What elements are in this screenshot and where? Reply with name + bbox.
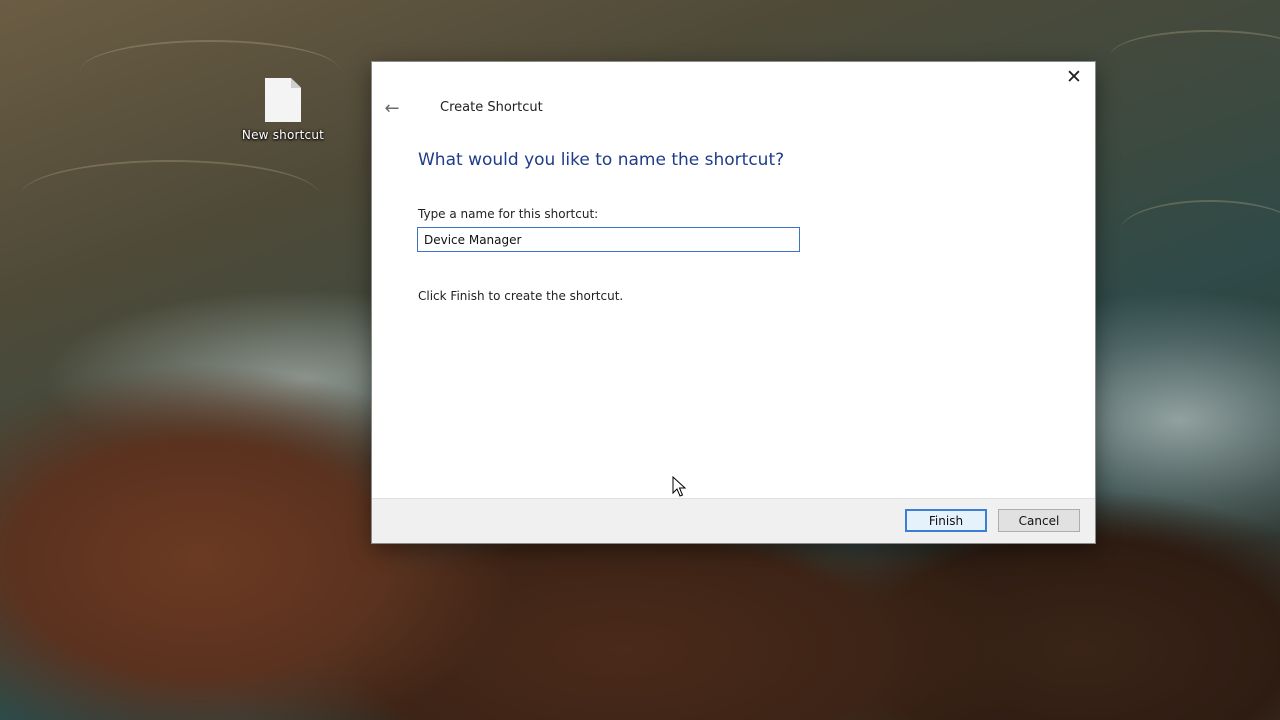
desktop-icon-label: New shortcut <box>241 128 325 142</box>
desktop-icon-new-shortcut[interactable]: New shortcut <box>236 78 330 142</box>
wallpaper-wave <box>1120 200 1280 262</box>
page-heading: What would you like to name the shortcut… <box>418 150 785 170</box>
finish-instruction-text: Click Finish to create the shortcut. <box>418 289 624 303</box>
wallpaper-wave <box>20 160 320 232</box>
shortcut-name-label: Type a name for this shortcut: <box>418 207 599 221</box>
wallpaper-wave <box>1110 30 1280 82</box>
mouse-pointer-icon <box>672 476 686 497</box>
finish-button[interactable]: Finish <box>905 509 987 532</box>
cancel-button[interactable]: Cancel <box>998 509 1080 532</box>
dialog-footer: Finish Cancel <box>372 498 1095 543</box>
wizard-title: Create Shortcut <box>440 100 543 115</box>
close-icon[interactable]: ✕ <box>1053 62 1095 92</box>
back-arrow-icon[interactable]: ← <box>381 98 403 120</box>
shortcut-name-input[interactable] <box>417 227 800 252</box>
blank-file-icon <box>265 78 301 122</box>
create-shortcut-dialog: ✕ ← Create Shortcut What would you like … <box>372 62 1095 543</box>
